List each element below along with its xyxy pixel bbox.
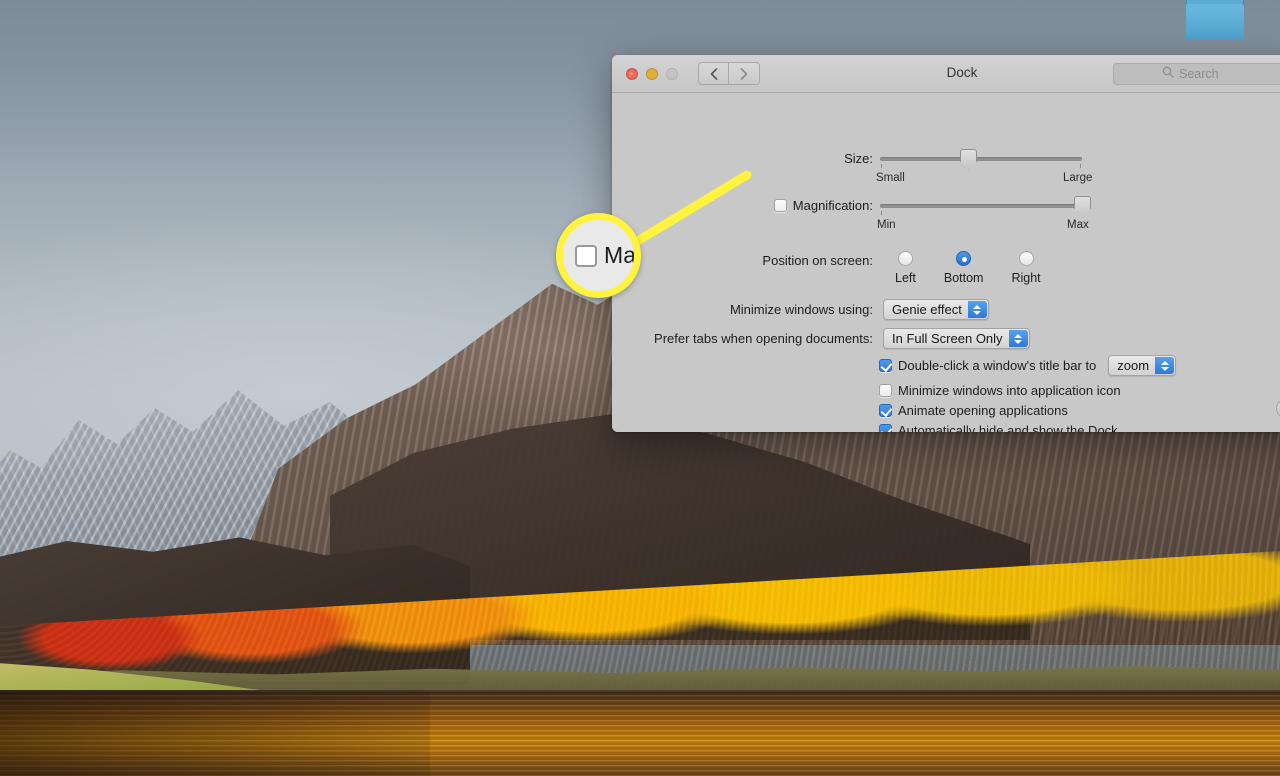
wallpaper-lake-shadow <box>0 690 430 776</box>
magnification-label: Magnification: <box>792 198 873 213</box>
size-slider[interactable] <box>880 148 1082 171</box>
position-row: Position on screen: Left Bottom Right <box>612 251 1092 285</box>
magnification-checkbox[interactable] <box>773 199 787 212</box>
minimize-into-icon-checkbox[interactable] <box>879 384 892 397</box>
help-button[interactable]: ? <box>1276 399 1280 418</box>
magnification-tick-min <box>881 210 882 215</box>
checkbox-label: Animate opening applications <box>898 403 1068 418</box>
double-click-row: Double-click a window's title bar to zoo… <box>879 355 1177 376</box>
checkbox-label: Minimize windows into application icon <box>898 383 1121 398</box>
prefer-tabs-popup[interactable]: In Full Screen Only <box>883 328 1030 349</box>
magnified-magnification-checkbox <box>575 244 598 267</box>
magnified-label: Ma <box>604 242 636 268</box>
position-right-label: Right <box>1011 271 1041 285</box>
position-option-left[interactable]: Left <box>895 251 916 285</box>
size-row: Size: Small Large <box>612 148 1092 184</box>
preferences-content: Size: Small Large Magnification: Min Max… <box>612 93 1280 432</box>
radio-bottom[interactable] <box>956 251 972 266</box>
checkbox-row: Minimize windows into application icon <box>879 383 1121 398</box>
magnification-slider[interactable] <box>880 195 1091 218</box>
size-label: Size: <box>844 151 873 166</box>
magnification-slider-thumb[interactable] <box>1074 195 1091 218</box>
double-click-label: Double-click a window's title bar to <box>898 358 1097 373</box>
prefer-tabs-label: Prefer tabs when opening documents: <box>654 331 873 346</box>
stepper-arrows-icon[interactable] <box>1008 330 1028 347</box>
minimize-effect-row: Minimize windows using: Genie effect <box>612 299 1092 320</box>
folder-front <box>1186 4 1244 40</box>
checkbox-label: Automatically hide and show the Dock <box>898 423 1118 432</box>
stepper-arrows-icon[interactable] <box>1155 357 1175 374</box>
magnifier-callout: Ma <box>556 213 641 298</box>
position-label: Position on screen: <box>762 253 873 268</box>
desktop-folder-icon[interactable] <box>1186 0 1244 40</box>
magnification-row: Magnification: Min Max <box>612 195 1092 231</box>
magnification-min-label: Min <box>877 218 896 231</box>
radio-left[interactable] <box>897 251 913 266</box>
dock-preferences-window[interactable]: Dock Size: Small Large Magnification: Mi… <box>612 55 1280 432</box>
position-option-right[interactable]: Right <box>1011 251 1041 285</box>
minimize-effect-popup[interactable]: Genie effect <box>883 299 989 320</box>
double-click-action-value: zoom <box>1117 358 1150 373</box>
magnification-max-label: Max <box>1067 218 1089 231</box>
position-left-label: Left <box>895 271 916 285</box>
double-click-checkbox[interactable] <box>879 359 892 372</box>
double-click-action-popup[interactable]: zoom <box>1108 355 1177 376</box>
size-tick-max <box>1080 163 1081 168</box>
checkbox-row: Automatically hide and show the Dock <box>879 423 1118 432</box>
checkbox-row: Animate opening applications <box>879 403 1068 418</box>
stepper-arrows-icon[interactable] <box>967 301 987 318</box>
size-min-label: Small <box>876 171 905 184</box>
position-bottom-label: Bottom <box>943 271 984 285</box>
minimize-effect-label: Minimize windows using: <box>729 302 873 317</box>
minimize-effect-value: Genie effect <box>892 302 962 317</box>
position-option-bottom[interactable]: Bottom <box>943 251 984 285</box>
size-max-label: Large <box>1063 171 1093 184</box>
radio-right[interactable] <box>1018 251 1034 266</box>
size-tick-min <box>881 163 882 168</box>
auto-hide-dock-checkbox[interactable] <box>879 424 892 432</box>
search-placeholder: Search <box>1179 67 1219 81</box>
prefer-tabs-value: In Full Screen Only <box>892 331 1003 346</box>
size-slider-thumb[interactable] <box>960 148 977 171</box>
prefer-tabs-row: Prefer tabs when opening documents: In F… <box>612 328 1092 349</box>
search-field[interactable]: Search <box>1113 63 1280 85</box>
magnifier-content: Ma <box>575 242 636 269</box>
animate-opening-checkbox[interactable] <box>879 404 892 417</box>
search-icon <box>1162 65 1174 83</box>
